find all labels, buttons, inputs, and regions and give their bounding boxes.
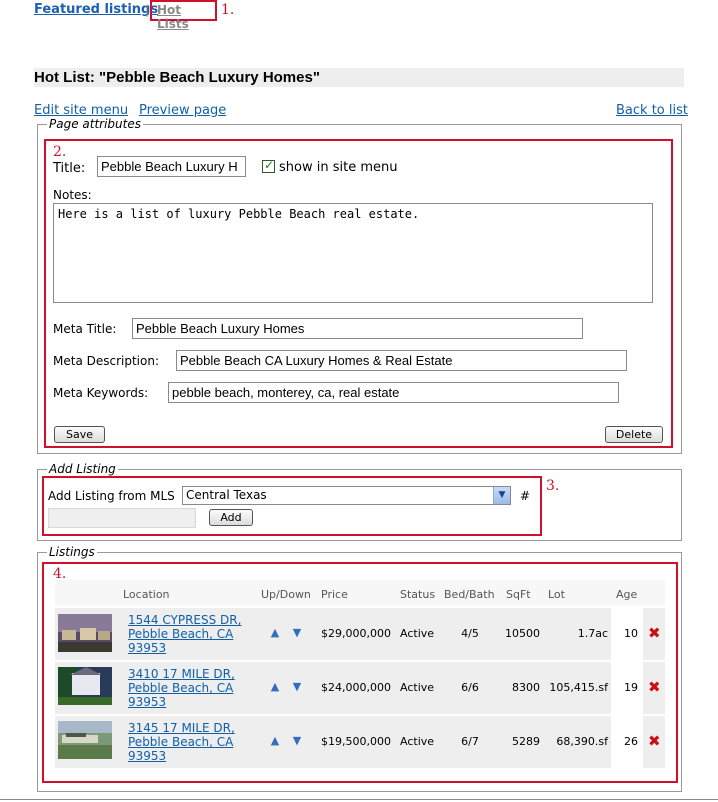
save-button[interactable]: Save: [54, 426, 105, 443]
meta-title-label: Meta Title:: [53, 322, 117, 336]
annotation-marker-3: 3.: [546, 478, 560, 494]
listing-lot: 68,390.sf: [556, 735, 608, 748]
delete-button[interactable]: Delete: [605, 426, 663, 443]
page-attributes-legend: Page attributes: [47, 117, 143, 131]
delete-listing-icon[interactable]: ✖: [648, 624, 661, 642]
listing-status: Active: [400, 681, 435, 694]
listing-age: 26: [624, 735, 638, 748]
header-price: Price: [321, 588, 348, 601]
back-to-list-link[interactable]: Back to list: [616, 103, 688, 118]
listing-sqft: 5289: [512, 735, 540, 748]
annotation-marker-2: 2.: [53, 144, 67, 160]
listing-thumbnail[interactable]: [58, 614, 112, 652]
header-lot: Lot: [548, 588, 565, 601]
listing-address-link[interactable]: 3410 17 MILE DR, Pebble Beach, CA 93953: [128, 667, 258, 709]
meta-description-label: Meta Description:: [53, 354, 159, 368]
listing-lot: 1.7ac: [577, 627, 608, 640]
move-up-icon[interactable]: ▲: [268, 735, 282, 747]
annotation-marker-1: 1.: [221, 2, 235, 18]
listing-address-link[interactable]: 1544 CYPRESS DR, Pebble Beach, CA 93953: [128, 613, 258, 655]
header-sqft: SqFt: [506, 588, 531, 601]
tab-hot-lists-label: Hot Lists: [157, 3, 189, 31]
add-button[interactable]: Add: [209, 509, 253, 526]
move-down-icon[interactable]: ▼: [290, 681, 304, 693]
show-in-menu-label: show in site menu: [279, 160, 398, 175]
delete-listing-icon[interactable]: ✖: [648, 678, 661, 696]
header-status: Status: [400, 588, 436, 601]
notes-textarea[interactable]: Here is a list of luxury Pebble Beach re…: [53, 203, 653, 303]
meta-description-input[interactable]: Pebble Beach CA Luxury Homes & Real Esta…: [176, 350, 627, 371]
listing-price: $29,000,000: [321, 627, 391, 640]
edit-site-menu-link[interactable]: Edit site menu: [34, 103, 128, 118]
tab-separator: |: [145, 3, 150, 17]
listing-bedbath: 4/5: [461, 627, 479, 640]
chevron-down-icon[interactable]: ▼: [493, 487, 510, 504]
add-listing-legend: Add Listing: [47, 462, 118, 476]
hash-label: #: [520, 489, 531, 503]
title-label: Title:: [53, 161, 86, 176]
preview-page-link[interactable]: Preview page: [139, 103, 226, 118]
listing-bedbath: 6/6: [461, 681, 479, 694]
mls-select[interactable]: Central Texas ▼: [182, 486, 511, 505]
move-up-icon[interactable]: ▲: [268, 627, 282, 639]
meta-keywords-label: Meta Keywords:: [53, 386, 149, 400]
listing-bedbath: 6/7: [461, 735, 479, 748]
listing-thumbnail[interactable]: [58, 721, 112, 759]
listing-status: Active: [400, 627, 435, 640]
mls-number-input[interactable]: [48, 508, 196, 528]
listing-age: 10: [624, 627, 638, 640]
listing-lot: 105,415.sf: [549, 681, 608, 694]
move-up-icon[interactable]: ▲: [268, 681, 282, 693]
meta-keywords-input[interactable]: pebble beach, monterey, ca, real estate: [168, 382, 619, 403]
listing-age: 19: [624, 681, 638, 694]
listing-price: $19,500,000: [321, 735, 391, 748]
tab-featured-listings[interactable]: Featured listings: [34, 2, 158, 17]
delete-listing-icon[interactable]: ✖: [648, 732, 661, 750]
show-in-menu-checkbox[interactable]: [262, 158, 275, 173]
header-age: Age: [616, 588, 638, 601]
listings-legend: Listings: [47, 545, 97, 559]
listing-status: Active: [400, 735, 435, 748]
move-down-icon[interactable]: ▼: [290, 735, 304, 747]
header-location: Location: [123, 588, 170, 601]
header-bedbath: Bed/Bath: [444, 588, 495, 601]
notes-label: Notes:: [53, 188, 92, 202]
header-updown: Up/Down: [261, 588, 311, 601]
listing-thumbnail[interactable]: [58, 667, 112, 705]
listing-sqft: 8300: [512, 681, 540, 694]
page-title: Hot List: "Pebble Beach Luxury Homes": [34, 68, 684, 87]
title-input[interactable]: Pebble Beach Luxury H: [97, 156, 246, 177]
mls-select-value: Central Texas: [186, 488, 267, 502]
meta-title-input[interactable]: Pebble Beach Luxury Homes: [132, 318, 583, 339]
page-bottom-divider: [0, 799, 718, 800]
add-listing-label: Add Listing from MLS: [48, 489, 175, 503]
listing-address-link[interactable]: 3145 17 MILE DR, Pebble Beach, CA 93953: [128, 721, 258, 763]
listing-price: $24,000,000: [321, 681, 391, 694]
tab-hot-lists[interactable]: Hot Lists: [150, 0, 217, 31]
listing-sqft: 10500: [505, 627, 540, 640]
move-down-icon[interactable]: ▼: [290, 627, 304, 639]
